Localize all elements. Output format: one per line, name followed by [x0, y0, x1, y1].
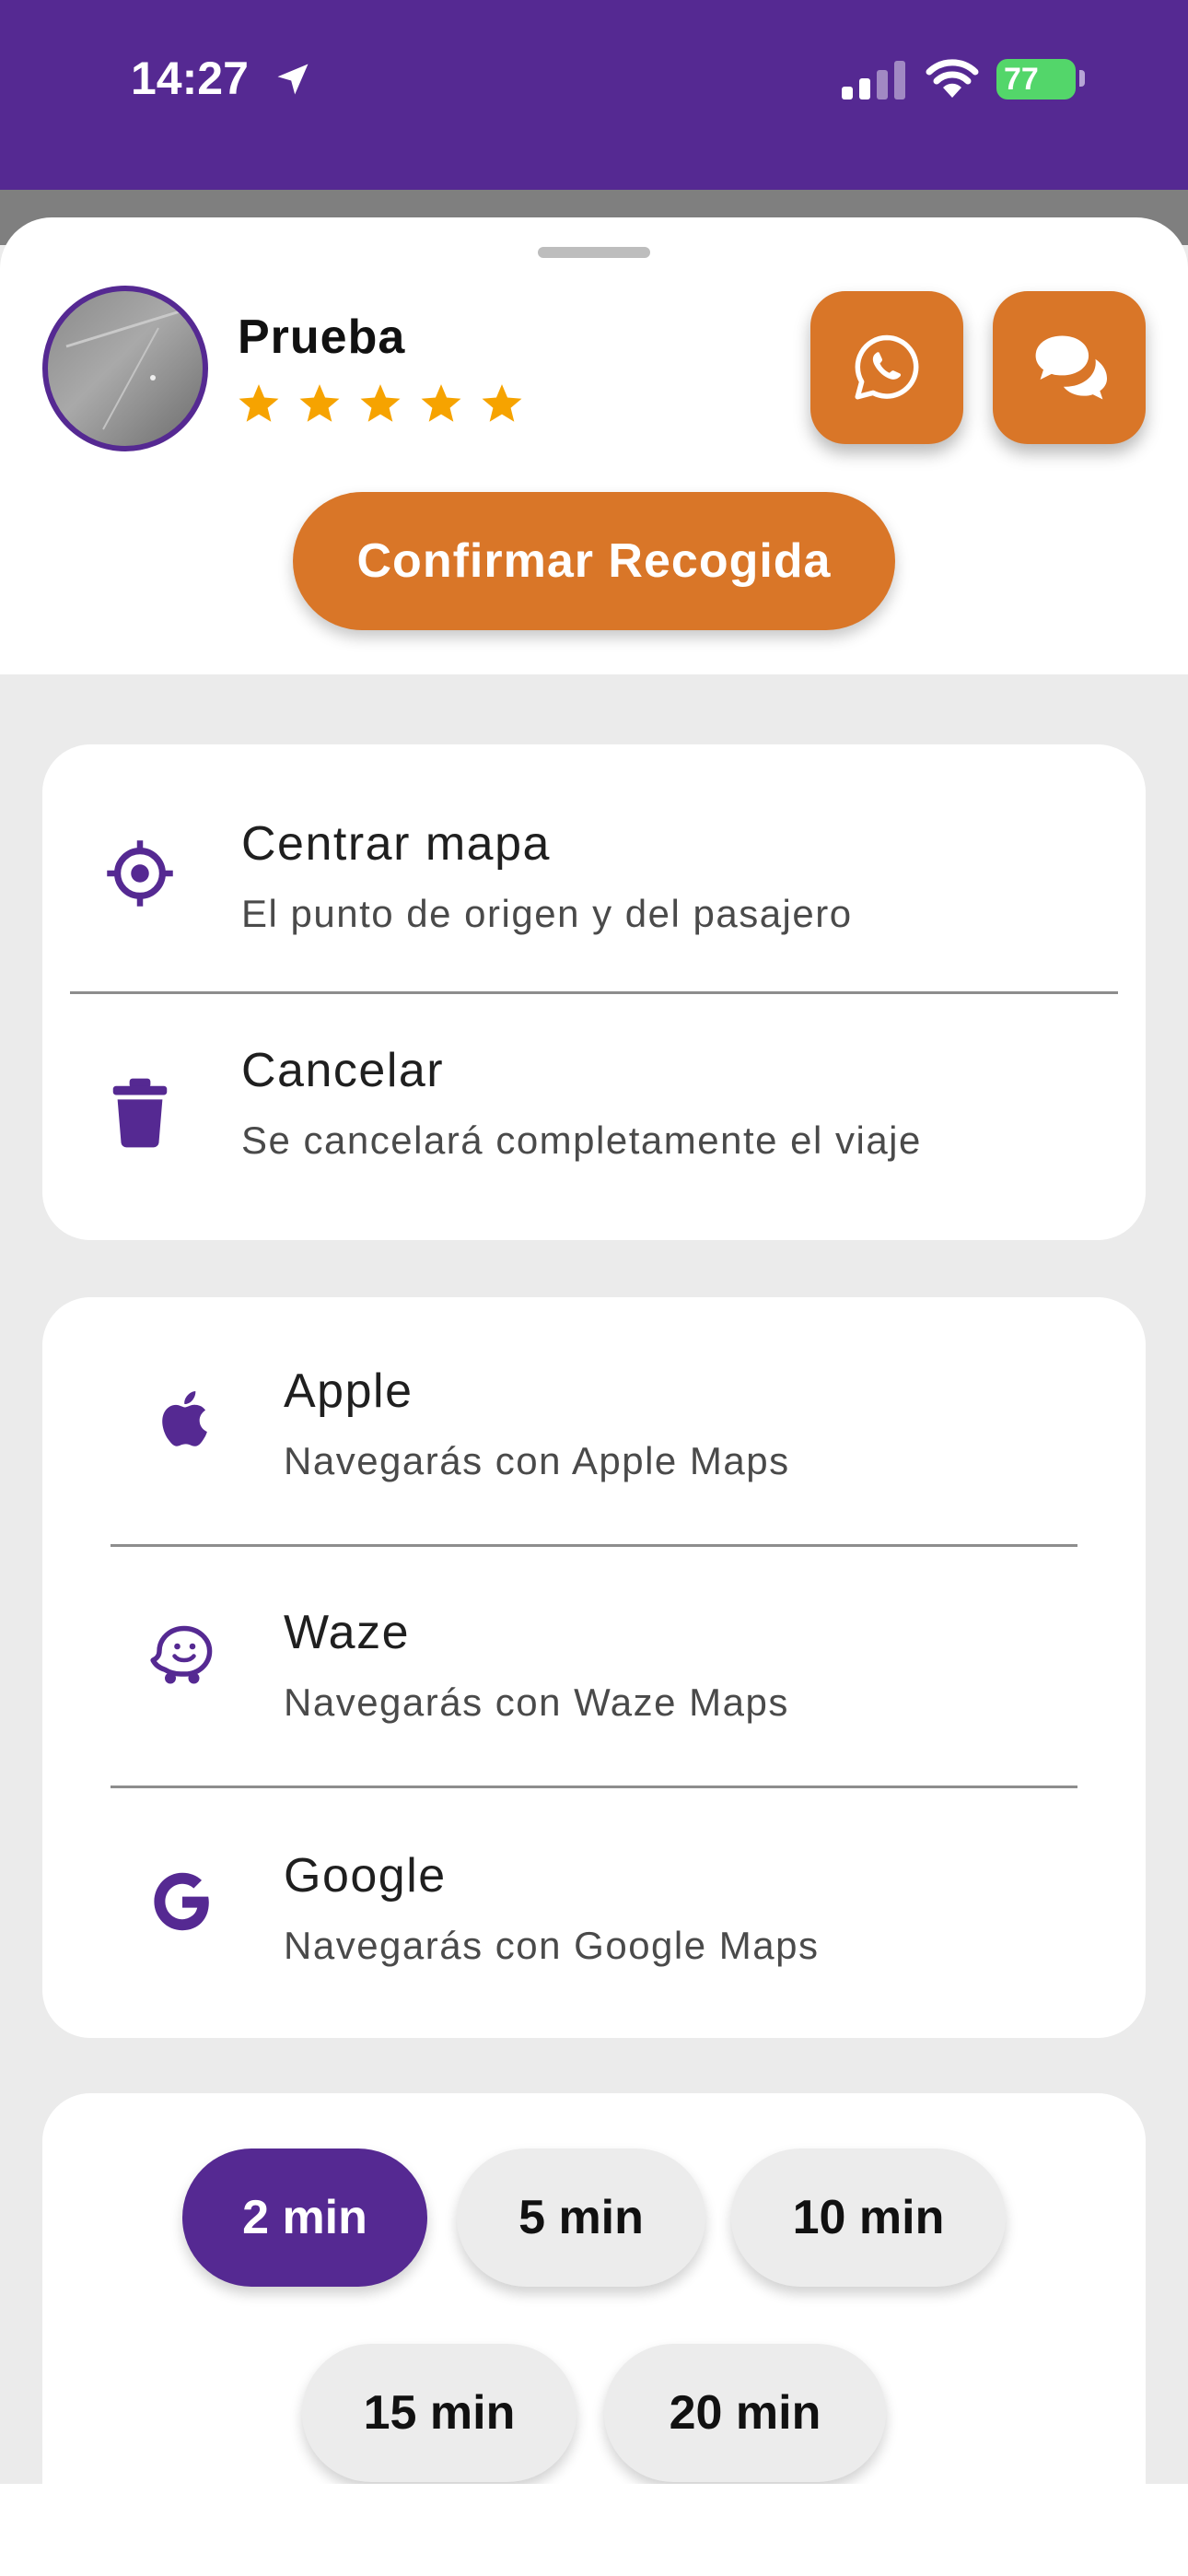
wait-time-chip-5-min[interactable]: 5 min: [457, 2149, 705, 2287]
wait-time-chip-15-min[interactable]: 15 min: [302, 2344, 577, 2482]
whatsapp-button[interactable]: [810, 291, 963, 444]
battery-indicator: 77: [996, 59, 1076, 100]
center-map-option[interactable]: Centrar mapa El punto de origen y del pa…: [42, 759, 1146, 988]
battery-tip: [1079, 70, 1085, 87]
options-card: Centrar mapa El punto de origen y del pa…: [42, 744, 1146, 1240]
star-icon: [421, 384, 461, 422]
option-title: Apple: [284, 1364, 413, 1418]
option-title: Waze: [284, 1606, 410, 1659]
wifi-icon: [926, 59, 979, 98]
star-icon: [360, 384, 401, 422]
chat-bubbles-icon: [1035, 335, 1108, 400]
crosshair-icon: [103, 837, 177, 910]
divider: [111, 1786, 1077, 1788]
battery-level: 77: [1004, 62, 1039, 97]
option-title: Google: [284, 1849, 447, 1903]
wait-time-chip-20-min[interactable]: 20 min: [604, 2344, 886, 2482]
whatsapp-icon: [855, 334, 919, 400]
avatar-photo: [65, 308, 187, 430]
option-subtitle: Navegarás con Waze Maps: [284, 1680, 789, 1724]
bottom-fade: [0, 2484, 1188, 2576]
option-subtitle: El punto de origen y del pasajero: [241, 892, 853, 935]
option-subtitle: Navegarás con Apple Maps: [284, 1439, 790, 1482]
google-icon: [146, 1865, 219, 1938]
option-title: Centrar mapa: [241, 817, 551, 871]
option-subtitle: Se cancelará completamente el viaje: [241, 1118, 922, 1162]
star-icon: [239, 384, 279, 422]
confirm-pickup-button[interactable]: Confirmar Recogida: [293, 492, 895, 630]
star-icon: [299, 384, 340, 422]
navigation-card: Apple Navegarás con Apple Maps Waze Nave…: [42, 1297, 1146, 2038]
cancel-option[interactable]: Cancelar Se cancelará completamente el v…: [42, 1002, 1146, 1231]
status-bar: 14:27 77: [0, 0, 1188, 190]
driver-name: Prueba: [238, 310, 406, 364]
google-maps-option[interactable]: Google Navegarás con Google Maps: [42, 1791, 1146, 2020]
apple-maps-option[interactable]: Apple Navegarás con Apple Maps: [42, 1297, 1146, 1526]
chat-button[interactable]: [993, 291, 1146, 444]
cellular-signal-icon: [842, 61, 905, 100]
option-subtitle: Navegarás con Google Maps: [284, 1924, 820, 1967]
apple-icon: [146, 1382, 219, 1456]
driver-sheet: Prueba Confirmar Recogida: [0, 217, 1188, 674]
trash-icon: [103, 1076, 177, 1150]
wait-time-chip-2-min[interactable]: 2 min: [182, 2149, 427, 2287]
divider: [70, 991, 1118, 994]
drag-handle[interactable]: [538, 247, 650, 258]
divider: [111, 1544, 1077, 1547]
star-icon: [482, 384, 522, 422]
waze-icon: [147, 1618, 221, 1692]
waze-option[interactable]: Waze Navegarás con Waze Maps: [42, 1548, 1146, 1776]
wait-time-chip-10-min[interactable]: 10 min: [731, 2149, 1006, 2287]
option-title: Cancelar: [241, 1044, 445, 1097]
rating-stars: [236, 381, 525, 427]
status-time: 14:27: [131, 53, 249, 104]
location-arrow-icon: [277, 64, 309, 95]
avatar: [42, 286, 208, 451]
